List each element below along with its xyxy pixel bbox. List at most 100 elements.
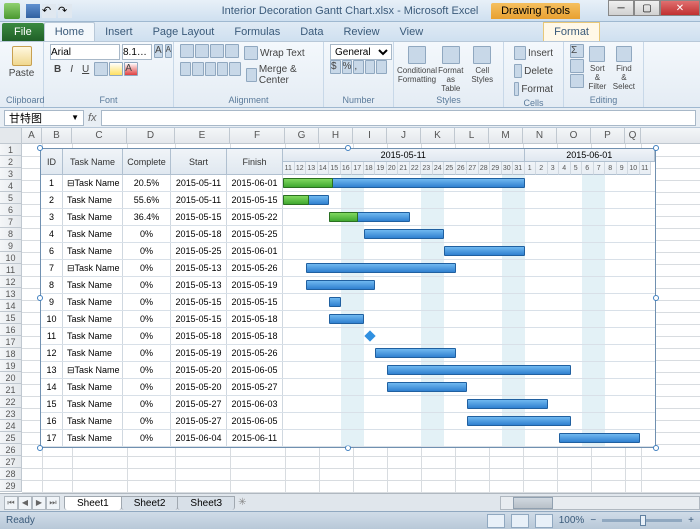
- gantt-bar[interactable]: [306, 263, 456, 273]
- column-header[interactable]: F: [230, 128, 285, 143]
- resize-handle[interactable]: [37, 145, 43, 151]
- page-break-view-button[interactable]: [535, 514, 553, 528]
- autosum-icon[interactable]: Σ: [570, 44, 584, 58]
- underline-button[interactable]: U: [78, 62, 93, 77]
- delete-cells-button[interactable]: Delete: [510, 62, 557, 80]
- formulas-tab[interactable]: Formulas: [224, 23, 290, 41]
- column-header[interactable]: C: [72, 128, 127, 143]
- resize-handle[interactable]: [37, 295, 43, 301]
- align-left-icon[interactable]: [180, 62, 191, 76]
- fill-color-icon[interactable]: [109, 62, 123, 76]
- gantt-bar[interactable]: [329, 314, 364, 324]
- insert-tab[interactable]: Insert: [95, 23, 143, 41]
- currency-icon[interactable]: $: [330, 60, 341, 74]
- format-as-table-button[interactable]: Format as Table: [436, 44, 466, 95]
- normal-view-button[interactable]: [487, 514, 505, 528]
- last-sheet-button[interactable]: ⏭: [46, 496, 60, 510]
- row-header[interactable]: 13: [0, 288, 22, 300]
- row-header[interactable]: 29: [0, 480, 22, 492]
- zoom-slider-thumb[interactable]: [640, 515, 646, 526]
- font-color-icon[interactable]: A: [124, 62, 138, 76]
- zoom-level[interactable]: 100%: [559, 515, 585, 526]
- insert-cells-button[interactable]: Insert: [510, 44, 557, 62]
- row-header[interactable]: 17: [0, 336, 22, 348]
- first-sheet-button[interactable]: ⏮: [4, 496, 18, 510]
- row-header[interactable]: 12: [0, 276, 22, 288]
- column-header[interactable]: O: [557, 128, 591, 143]
- column-header[interactable]: A: [22, 128, 42, 143]
- row-header[interactable]: 25: [0, 432, 22, 444]
- row-header[interactable]: 2: [0, 156, 22, 168]
- page-layout-view-button[interactable]: [511, 514, 529, 528]
- gantt-chart[interactable]: IDTask NameCompleteStartFinish2015-05-11…: [40, 148, 656, 448]
- resize-handle[interactable]: [37, 445, 43, 451]
- select-all-corner[interactable]: [0, 128, 22, 144]
- home-tab[interactable]: Home: [44, 22, 95, 41]
- zoom-slider[interactable]: [602, 519, 682, 522]
- column-header[interactable]: E: [175, 128, 230, 143]
- gantt-bar[interactable]: [467, 399, 548, 409]
- row-header[interactable]: 10: [0, 252, 22, 264]
- border-icon[interactable]: [94, 62, 108, 76]
- sheet-tab-2[interactable]: Sheet2: [121, 496, 179, 510]
- row-header[interactable]: 27: [0, 456, 22, 468]
- worksheet[interactable]: ABCDEFGHIJKLMNOPQ 1234567891011121314151…: [0, 128, 700, 493]
- format-cells-button[interactable]: Format: [510, 80, 557, 98]
- prev-sheet-button[interactable]: ◀: [18, 496, 32, 510]
- row-header[interactable]: 5: [0, 192, 22, 204]
- row-header[interactable]: 18: [0, 348, 22, 360]
- paste-button[interactable]: Paste: [6, 44, 37, 81]
- undo-icon[interactable]: ↶: [42, 4, 56, 18]
- column-header[interactable]: H: [319, 128, 353, 143]
- gantt-bar[interactable]: [306, 280, 375, 290]
- gantt-bar[interactable]: [559, 433, 640, 443]
- number-format-select[interactable]: General: [330, 44, 392, 60]
- row-header[interactable]: 3: [0, 168, 22, 180]
- gantt-milestone[interactable]: [364, 330, 375, 341]
- close-button[interactable]: ✕: [660, 0, 700, 16]
- row-header[interactable]: 26: [0, 444, 22, 456]
- row-header[interactable]: 19: [0, 360, 22, 372]
- zoom-in-button[interactable]: +: [688, 515, 694, 526]
- italic-button[interactable]: I: [66, 62, 77, 77]
- align-top-icon[interactable]: [180, 44, 194, 58]
- gantt-bar[interactable]: [364, 229, 445, 239]
- formula-input[interactable]: [101, 110, 696, 126]
- column-header[interactable]: P: [591, 128, 625, 143]
- gantt-bar[interactable]: [329, 297, 341, 307]
- indent-dec-icon[interactable]: [217, 62, 228, 76]
- data-tab[interactable]: Data: [290, 23, 333, 41]
- sort-filter-button[interactable]: Sort & Filter: [586, 44, 609, 93]
- resize-handle[interactable]: [653, 145, 659, 151]
- save-icon[interactable]: [26, 4, 40, 18]
- zoom-out-button[interactable]: −: [590, 515, 596, 526]
- file-tab[interactable]: File: [2, 23, 44, 41]
- grow-font-icon[interactable]: A: [154, 44, 163, 58]
- font-size-input[interactable]: [122, 44, 152, 60]
- bold-button[interactable]: B: [50, 62, 65, 77]
- wrap-text-button[interactable]: Wrap Text: [240, 44, 309, 62]
- row-header[interactable]: 15: [0, 312, 22, 324]
- view-tab[interactable]: View: [390, 23, 434, 41]
- gantt-bar[interactable]: [387, 382, 468, 392]
- font-name-input[interactable]: [50, 44, 120, 60]
- align-middle-icon[interactable]: [195, 44, 209, 58]
- column-header[interactable]: N: [523, 128, 557, 143]
- row-header[interactable]: 20: [0, 372, 22, 384]
- page-layout-tab[interactable]: Page Layout: [143, 23, 225, 41]
- fill-icon[interactable]: [570, 59, 584, 73]
- dec-decimal-icon[interactable]: [376, 60, 387, 74]
- row-header[interactable]: 9: [0, 240, 22, 252]
- conditional-formatting-button[interactable]: Conditional Formatting: [400, 44, 434, 95]
- horizontal-scrollbar[interactable]: [500, 496, 700, 510]
- row-header[interactable]: 21: [0, 384, 22, 396]
- gantt-bar[interactable]: [375, 348, 456, 358]
- row-header[interactable]: 23: [0, 408, 22, 420]
- align-bottom-icon[interactable]: [210, 44, 224, 58]
- fx-icon[interactable]: fx: [88, 112, 97, 124]
- resize-handle[interactable]: [345, 145, 351, 151]
- align-right-icon[interactable]: [205, 62, 216, 76]
- align-center-icon[interactable]: [192, 62, 203, 76]
- column-header[interactable]: Q: [625, 128, 641, 143]
- row-header[interactable]: 8: [0, 228, 22, 240]
